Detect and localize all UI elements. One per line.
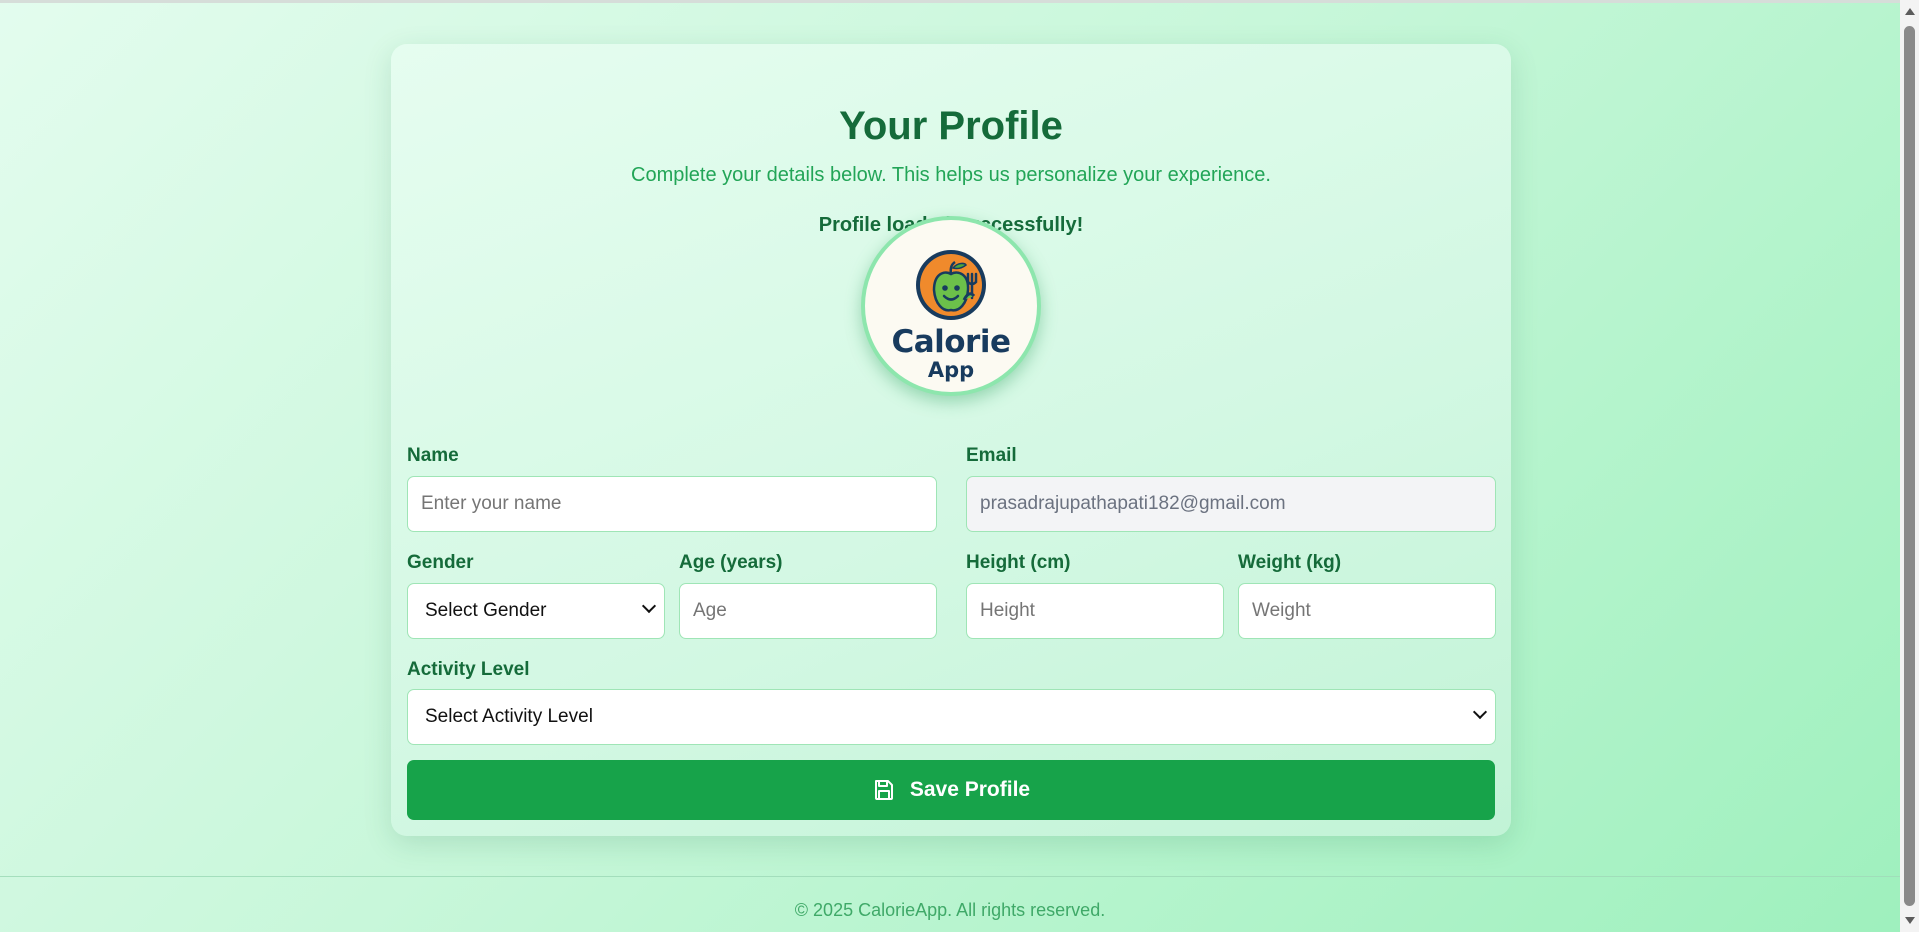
name-label: Name	[407, 445, 459, 466]
activity-select-value: Select Activity Level	[425, 706, 593, 727]
logo-wordmark-calorie: Calorie	[891, 324, 1011, 360]
save-profile-label: Save Profile	[909, 778, 1031, 801]
height-label: Height (cm)	[966, 552, 1071, 573]
gender-select[interactable]: Select Gender	[407, 583, 665, 639]
scroll-up-arrow-icon[interactable]	[1905, 8, 1915, 15]
logo-wordmark-app: App	[927, 358, 975, 382]
height-input[interactable]	[966, 583, 1224, 639]
save-profile-button[interactable]: Save Profile	[407, 760, 1495, 820]
scroll-down-arrow-icon[interactable]	[1905, 917, 1915, 924]
footer-divider	[0, 876, 1900, 877]
chevron-down-icon	[641, 598, 657, 614]
vertical-scrollbar[interactable]	[1900, 0, 1919, 932]
apple-mascot-icon	[916, 250, 986, 320]
scrollbar-thumb[interactable]	[1904, 26, 1915, 906]
save-icon	[874, 780, 893, 800]
age-label: Age (years)	[679, 552, 783, 573]
gender-select-value: Select Gender	[425, 600, 547, 621]
age-input[interactable]	[679, 583, 937, 639]
weight-label: Weight (kg)	[1238, 552, 1342, 573]
activity-label: Activity Level	[407, 659, 530, 680]
gender-label: Gender	[407, 552, 474, 573]
weight-input[interactable]	[1238, 583, 1496, 639]
chevron-down-icon	[1472, 704, 1488, 720]
email-field: prasadrajupathapati182@gmail.com	[966, 476, 1496, 532]
name-input[interactable]	[407, 476, 937, 532]
page-subtitle: Complete your details below. This helps …	[631, 164, 1271, 186]
email-label: Email	[966, 445, 1017, 466]
window-top-border	[0, 0, 1900, 3]
profile-card: Your Profile Complete your details below…	[391, 44, 1511, 836]
footer-copyright: © 2025 CalorieApp. All rights reserved.	[794, 900, 1106, 920]
app-logo: Calorie App	[861, 216, 1041, 396]
activity-level-select[interactable]: Select Activity Level	[407, 689, 1496, 745]
page-title: Your Profile	[839, 104, 1063, 148]
